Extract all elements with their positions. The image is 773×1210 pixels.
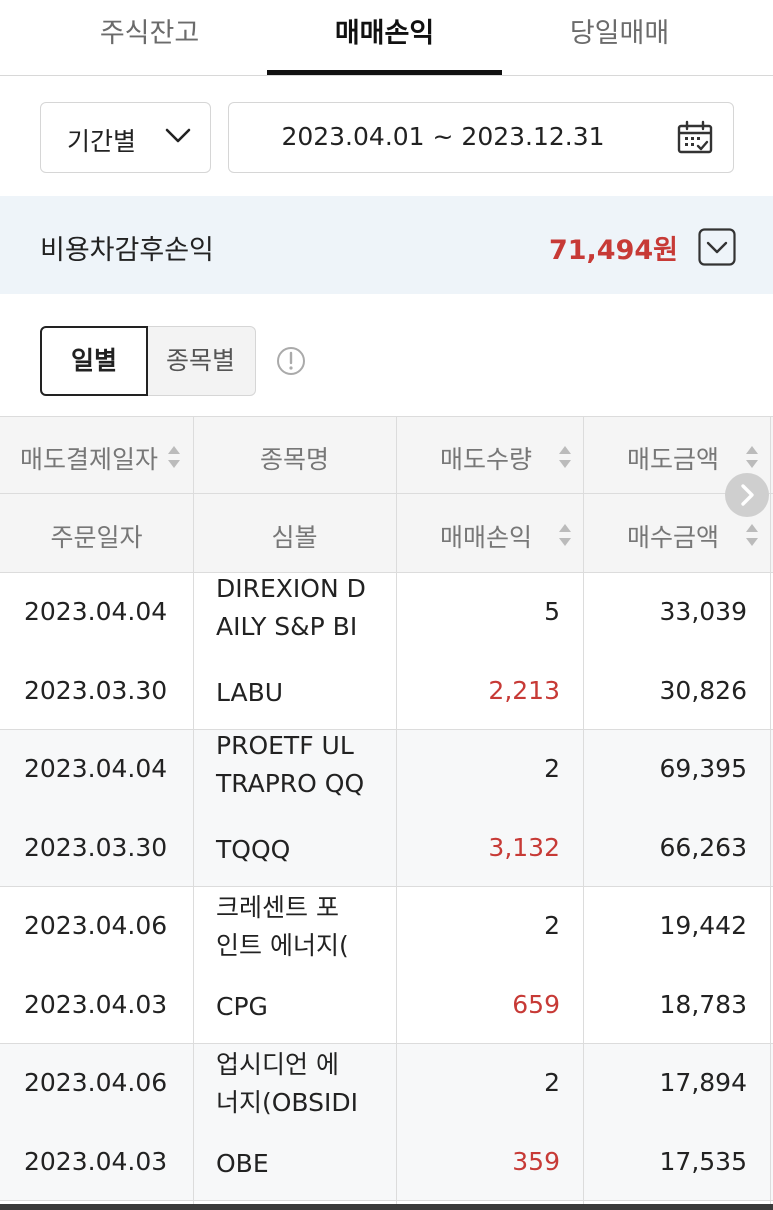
row-2-name-line2: TRAPRO QQ (216, 769, 365, 798)
tab-today-trades[interactable]: 당일매매 (502, 0, 737, 76)
calendar-icon[interactable] (677, 120, 713, 156)
row-4-sell-settle-date: 2023.04.06 (24, 1068, 168, 1097)
row-1-order-date: 2023.03.30 (24, 676, 168, 705)
summary-amount: 71,494원 (548, 235, 678, 266)
row-bg (0, 729, 773, 886)
grid-line (0, 886, 773, 887)
row-1-name-line1: DIREXION D (216, 574, 366, 603)
grid-line (0, 572, 773, 573)
row-1-symbol: LABU (216, 678, 284, 707)
row-3-buy-amount: 18,783 (659, 990, 747, 1019)
row-4-buy-amount: 17,535 (659, 1147, 747, 1176)
row-3-sell-amount: 19,442 (659, 911, 747, 940)
row-2-sell-settle-date: 2023.04.04 (24, 754, 168, 783)
period-select[interactable]: 기간별 (40, 102, 211, 173)
row-4-order-date: 2023.04.03 (24, 1147, 168, 1176)
row-1-sell-qty: 5 (544, 597, 560, 626)
summary-label: 비용차감후손익 (40, 235, 214, 266)
row-2-order-date: 2023.03.30 (24, 833, 168, 862)
row-3-name-line1: 크레센트 포 (216, 893, 339, 922)
header-symbol: 심볼 (271, 523, 318, 552)
row-3-symbol: CPG (216, 992, 268, 1021)
row-4-name-line1: 업시디언 에 (216, 1050, 339, 1079)
grid-line (0, 729, 773, 730)
grid-line (0, 416, 773, 417)
sort-icon[interactable] (744, 444, 760, 470)
sort-icon[interactable] (166, 444, 182, 470)
pnl-summary: 비용차감후손익 71,494원 (0, 196, 773, 294)
expand-chevron-icon[interactable] (698, 228, 736, 266)
bottom-edge-bar (0, 1204, 773, 1210)
active-tab-indicator (267, 70, 502, 75)
row-1-sell-amount: 33,039 (659, 597, 747, 626)
row-2-buy-amount: 66,263 (659, 833, 747, 862)
chevron-down-icon (165, 128, 191, 143)
row-3-sell-qty: 2 (544, 911, 560, 940)
info-icon[interactable] (276, 346, 306, 376)
row-4-sell-qty: 2 (544, 1068, 560, 1097)
grid-line (0, 1043, 773, 1044)
row-1-name-line2: AILY S&P BI (216, 612, 358, 641)
row-bg (0, 1043, 773, 1200)
date-range-value: 2023.04.01 ~ 2023.12.31 (281, 122, 605, 151)
grid-line (0, 493, 773, 494)
toggle-daily[interactable]: 일별 (40, 326, 148, 396)
row-1-sell-settle-date: 2023.04.04 (24, 597, 168, 626)
header-buy-amount[interactable]: 매수금액 (627, 518, 719, 554)
row-3-name-line2: 인트 에너지( (216, 931, 349, 960)
row-4-name-line2: 너지(OBSIDI (216, 1088, 359, 1117)
sort-icon[interactable] (557, 522, 573, 548)
grid-line (0, 1200, 773, 1201)
row-3-order-date: 2023.04.03 (24, 990, 168, 1019)
period-select-label: 기간별 (67, 127, 137, 156)
header-order-date: 주문일자 (50, 523, 143, 552)
header-sell-settle-date[interactable]: 매도결제일자 (20, 440, 170, 476)
toggle-by-item[interactable]: 종목별 (146, 326, 256, 396)
row-4-symbol: OBE (216, 1149, 269, 1178)
row-2-sell-qty: 2 (544, 754, 560, 783)
grid-line (770, 416, 771, 1204)
header-pnl[interactable]: 매매손익 (440, 518, 532, 554)
date-range-field[interactable]: 2023.04.01 ~ 2023.12.31 (228, 102, 734, 173)
header-sell-amount[interactable]: 매도금액 (627, 440, 719, 476)
row-2-pnl: 3,132 (488, 833, 560, 862)
row-1-buy-amount: 30,826 (659, 676, 747, 705)
top-tab-bar: 주식잔고 매매손익 당일매매 (0, 0, 773, 76)
chevron-right-icon (741, 484, 754, 506)
row-4-sell-amount: 17,894 (659, 1068, 747, 1097)
tab-stock-balance[interactable]: 주식잔고 (32, 0, 267, 76)
scroll-right-button[interactable] (725, 473, 769, 517)
row-1-pnl: 2,213 (488, 676, 560, 705)
sort-icon[interactable] (744, 522, 760, 548)
row-2-symbol: TQQQ (216, 835, 291, 864)
row-4-pnl: 359 (512, 1147, 560, 1176)
header-item-name: 종목명 (259, 445, 329, 474)
row-2-name-line1: PROETF UL (216, 731, 354, 760)
grid-line (396, 416, 397, 1204)
row-3-sell-settle-date: 2023.04.06 (24, 911, 168, 940)
header-sell-qty[interactable]: 매도수량 (440, 440, 532, 476)
row-2-sell-amount: 69,395 (659, 754, 747, 783)
grid-line (583, 416, 584, 1204)
row-3-pnl: 659 (512, 990, 560, 1019)
tab-trading-pnl[interactable]: 매매손익 (267, 0, 502, 76)
sort-icon[interactable] (557, 444, 573, 470)
